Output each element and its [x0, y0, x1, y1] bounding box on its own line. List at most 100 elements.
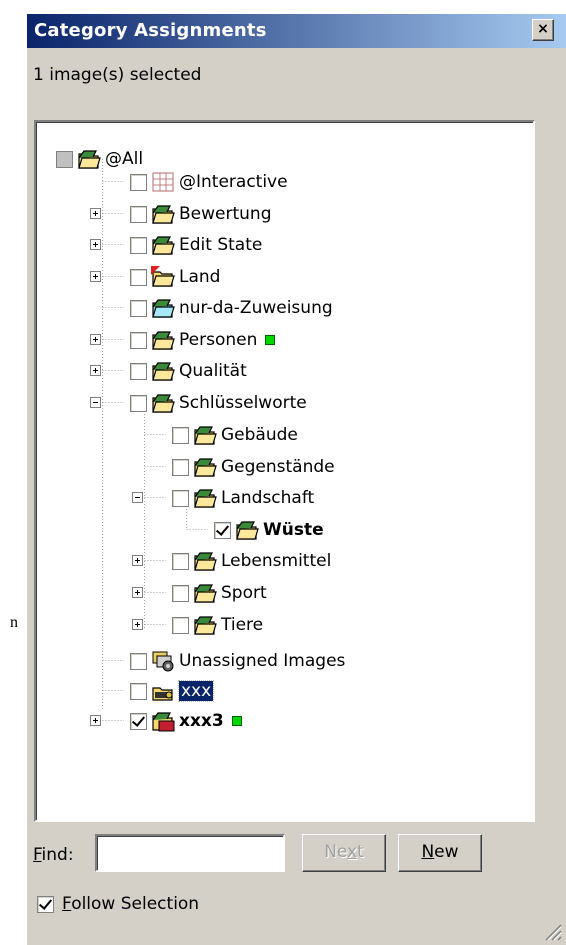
tree-item-checkbox[interactable]	[130, 205, 147, 223]
tree-item[interactable]: Unassigned Images	[130, 648, 345, 674]
collapse-icon[interactable]	[90, 397, 101, 408]
tree-item-label: Wüste	[263, 520, 324, 540]
expand-icon[interactable]	[90, 715, 101, 726]
tree-item-label: Personen	[179, 330, 258, 350]
tree-item[interactable]: Bewertung	[130, 201, 271, 227]
tree-item-checkbox[interactable]	[172, 458, 189, 476]
tree-item-checkbox[interactable]	[130, 682, 147, 700]
folder-red-icon	[151, 710, 175, 732]
folder-icon	[193, 487, 217, 509]
tree-item[interactable]: Landschaft	[172, 485, 314, 511]
expand-icon[interactable]	[90, 208, 101, 219]
tree-item-label: Lebensmittel	[221, 551, 332, 571]
tree-item[interactable]: Schlüsselworte	[130, 390, 307, 416]
folder-cyan-icon	[151, 297, 175, 319]
expand-icon[interactable]	[90, 271, 101, 282]
tree-item-checkbox[interactable]	[214, 521, 231, 539]
new-button[interactable]: New	[398, 834, 482, 872]
folder-icon	[193, 582, 217, 604]
tree-item[interactable]: Sport	[172, 580, 267, 606]
tree-item-checkbox[interactable]	[172, 616, 189, 634]
folder-icon	[151, 392, 175, 414]
tree-item-checkbox[interactable]	[130, 173, 147, 191]
folder-icon	[151, 360, 175, 382]
tree-item-label: Schlüsselworte	[179, 393, 307, 413]
tree-item[interactable]: @Interactive	[130, 169, 288, 195]
tree-item[interactable]: Wüste	[214, 517, 324, 543]
tree-item-checkbox[interactable]	[56, 150, 73, 168]
expand-icon[interactable]	[90, 334, 101, 345]
expand-icon[interactable]	[132, 619, 143, 630]
tree-item-label: Unassigned Images	[179, 651, 346, 671]
expand-icon[interactable]	[90, 365, 101, 376]
folder-icon	[151, 234, 175, 256]
tree-item-checkbox[interactable]	[130, 652, 147, 670]
tree-item-checkbox[interactable]	[130, 394, 147, 412]
tree-item-checkbox[interactable]	[130, 236, 147, 254]
folder-flag-icon	[151, 266, 175, 288]
follow-selection[interactable]: Follow Selection	[37, 894, 199, 914]
tree-item-label: Qualität	[179, 361, 247, 381]
tree-item[interactable]: Tiere	[172, 612, 263, 638]
tree-item-checkbox[interactable]	[172, 584, 189, 602]
table-icon	[151, 171, 175, 193]
tree-item-label: Edit State	[179, 235, 263, 255]
expand-icon[interactable]	[132, 587, 143, 598]
folder-icon	[193, 614, 217, 636]
tree-item[interactable]: Gebäude	[172, 422, 298, 448]
category-tree[interactable]: @All @Interactive Bewertung Edit State Land n…	[34, 120, 535, 822]
resize-grip-icon[interactable]	[542, 921, 562, 941]
tree-item-label: @Interactive	[179, 172, 288, 192]
next-button[interactable]: Next	[302, 834, 386, 872]
follow-selection-checkbox[interactable]	[37, 895, 54, 913]
folder-icon	[151, 329, 175, 351]
selection-info: 1 image(s) selected	[33, 65, 202, 85]
tree-item[interactable]: Personen	[130, 327, 276, 353]
folder-icon	[193, 424, 217, 446]
tree-item-checkbox[interactable]	[130, 712, 147, 730]
collapse-icon[interactable]	[132, 492, 143, 503]
tree-item-checkbox[interactable]	[172, 426, 189, 444]
tree-item[interactable]: Qualität	[130, 358, 247, 384]
folder-key-icon	[151, 680, 175, 702]
tree-item-label: xxx3	[179, 711, 224, 731]
tree-item-label: @All	[105, 149, 144, 169]
tree-item-checkbox[interactable]	[130, 331, 147, 349]
follow-selection-label: Follow Selection	[62, 894, 200, 914]
tree-item[interactable]: xxx	[130, 678, 215, 704]
tree-item-checkbox[interactable]	[130, 362, 147, 380]
tree-item-label: Sport	[221, 583, 267, 603]
status-marker-icon	[231, 716, 242, 726]
folder-icon	[193, 550, 217, 572]
tree-item[interactable]: Gegenstände	[172, 454, 335, 480]
close-button[interactable]: ×	[532, 19, 554, 41]
close-icon: ×	[537, 21, 549, 37]
tree-item-label: Tiere	[221, 615, 264, 635]
tree-item-label: Land	[179, 267, 221, 287]
expand-icon[interactable]	[132, 555, 143, 566]
tree-item-label: xxx	[177, 680, 215, 702]
tree-item-label: Gebäude	[221, 425, 298, 445]
tree-item[interactable]: Land	[130, 264, 220, 290]
expand-icon[interactable]	[90, 239, 101, 250]
category-assignments-panel: Category Assignments × 1 image(s) select…	[27, 14, 566, 945]
page-text-fragment: n	[10, 614, 18, 631]
unassigned-icon	[151, 650, 175, 672]
tree-item-checkbox[interactable]	[172, 552, 189, 570]
tree-item-checkbox[interactable]	[172, 489, 189, 507]
panel-title: Category Assignments	[27, 14, 566, 48]
tree-item-checkbox[interactable]	[130, 268, 147, 286]
tree-item[interactable]: xxx3	[130, 708, 242, 734]
tree-item-label: nur-da-Zuweisung	[179, 298, 333, 318]
tree-item-label: Bewertung	[179, 204, 272, 224]
folder-icon	[235, 519, 259, 541]
tree-item[interactable]: Lebensmittel	[172, 548, 331, 574]
status-marker-icon	[265, 335, 276, 345]
find-label: Find:	[33, 845, 74, 865]
tree-item-checkbox[interactable]	[130, 299, 147, 317]
folder-icon	[151, 203, 175, 225]
find-input[interactable]	[95, 834, 285, 872]
folder-icon	[77, 148, 101, 170]
tree-item[interactable]: nur-da-Zuweisung	[130, 295, 333, 321]
tree-item[interactable]: Edit State	[130, 232, 262, 258]
